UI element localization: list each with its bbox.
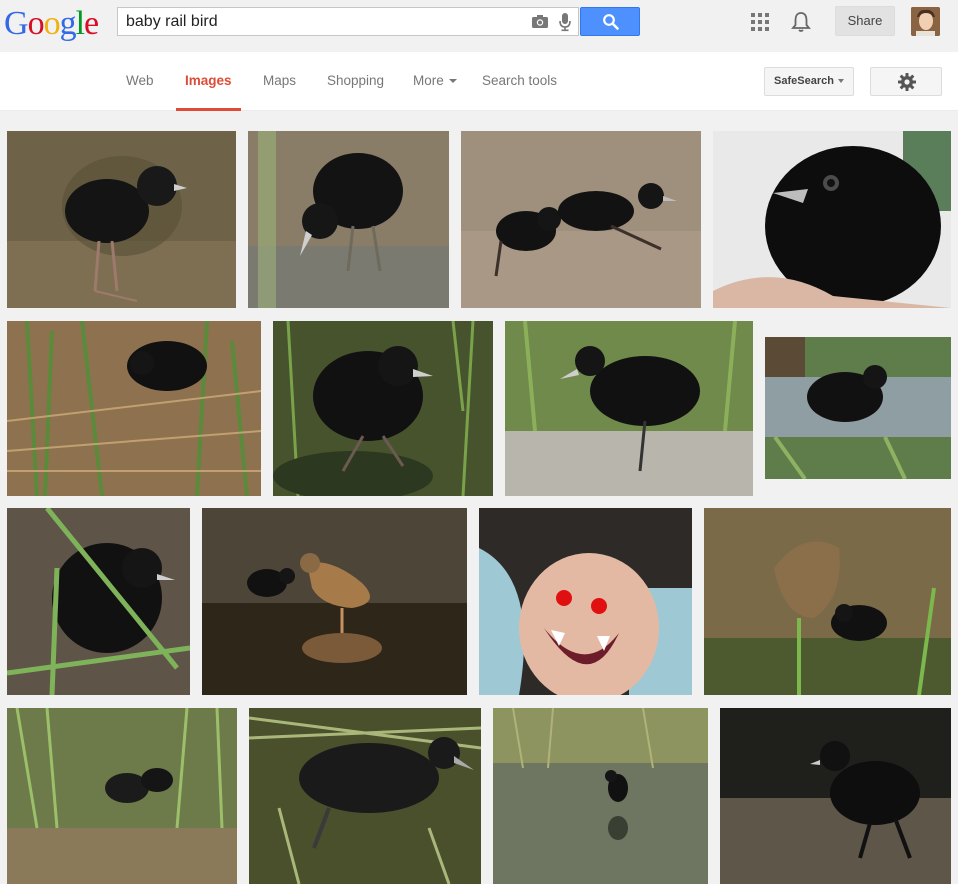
- image-result-8[interactable]: [765, 337, 951, 479]
- notification-bell-icon[interactable]: [791, 11, 811, 33]
- chevron-down-icon: [837, 79, 844, 84]
- image-result-2[interactable]: [248, 131, 449, 308]
- image-result-12[interactable]: [704, 508, 951, 695]
- image-result-10[interactable]: [202, 508, 467, 695]
- search-tabs-bar: Web Images Maps Shopping More Search too…: [0, 52, 958, 111]
- chevron-down-icon: [448, 79, 457, 84]
- top-bar: Google Share: [0, 0, 958, 52]
- safesearch-label: SafeSearch: [774, 75, 834, 87]
- tab-images[interactable]: Images: [176, 52, 240, 111]
- safesearch-dropdown[interactable]: SafeSearch: [764, 67, 854, 96]
- tab-web[interactable]: Web: [126, 52, 154, 110]
- image-results-grid: [0, 111, 958, 884]
- search-input[interactable]: [126, 11, 516, 32]
- image-result-1[interactable]: [7, 131, 236, 308]
- image-result-11[interactable]: [479, 508, 692, 695]
- gear-icon: [898, 73, 916, 91]
- tab-more[interactable]: More: [413, 52, 457, 110]
- tab-shopping[interactable]: Shopping: [327, 52, 384, 110]
- image-result-7[interactable]: [505, 321, 753, 496]
- image-result-6[interactable]: [273, 321, 493, 496]
- image-result-9[interactable]: [7, 508, 190, 695]
- apps-grid-icon[interactable]: [751, 13, 769, 31]
- image-result-15[interactable]: [493, 708, 708, 884]
- search-icon: [603, 14, 619, 30]
- image-result-16[interactable]: [720, 708, 951, 884]
- tab-more-label: More: [413, 73, 444, 88]
- image-result-4[interactable]: [713, 131, 951, 308]
- search-box: [117, 7, 579, 36]
- tab-maps[interactable]: Maps: [263, 52, 296, 110]
- image-result-3[interactable]: [461, 131, 701, 308]
- profile-avatar[interactable]: [911, 7, 940, 36]
- settings-button[interactable]: [870, 67, 942, 96]
- google-logo[interactable]: Google: [4, 4, 99, 44]
- search-button[interactable]: [580, 7, 640, 36]
- camera-icon[interactable]: [531, 14, 549, 29]
- image-result-14[interactable]: [249, 708, 481, 884]
- tab-search-tools[interactable]: Search tools: [482, 52, 557, 110]
- share-button[interactable]: Share: [835, 6, 895, 36]
- image-result-5[interactable]: [7, 321, 261, 496]
- microphone-icon[interactable]: [558, 12, 572, 32]
- image-result-13[interactable]: [7, 708, 237, 884]
